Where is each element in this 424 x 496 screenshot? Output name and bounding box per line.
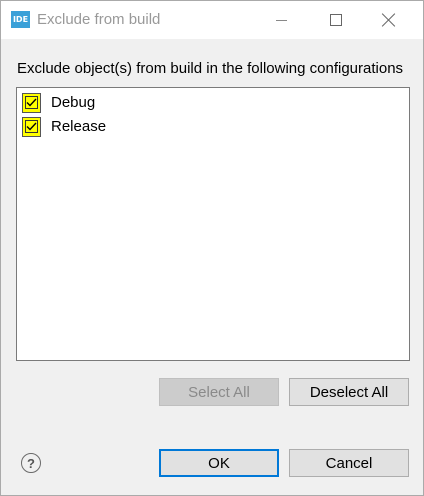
close-icon	[382, 13, 396, 27]
deselect-all-button[interactable]: Deselect All	[289, 378, 409, 406]
checkmark-icon	[25, 96, 38, 109]
debug-checkbox[interactable]	[22, 92, 41, 113]
ide-app-icon: IDE	[11, 11, 30, 28]
release-checkbox[interactable]	[22, 116, 41, 137]
cancel-button[interactable]: Cancel	[289, 449, 409, 477]
window-title: Exclude from build	[37, 11, 161, 28]
list-item-debug[interactable]: Debug	[22, 92, 95, 113]
list-item-release[interactable]: Release	[22, 116, 106, 137]
close-button[interactable]	[367, 1, 411, 39]
checkmark-icon	[25, 120, 38, 133]
configuration-list[interactable]: Debug Release	[16, 87, 410, 361]
minimize-icon	[275, 19, 287, 21]
debug-label: Debug	[51, 94, 96, 111]
title-bar[interactable]: IDE Exclude from build	[1, 1, 423, 39]
maximize-button[interactable]	[314, 1, 358, 39]
instruction-label: Exclude object(s) from build in the foll…	[17, 60, 404, 77]
help-icon[interactable]: ?	[21, 453, 41, 473]
release-label: Release	[51, 118, 107, 135]
minimize-button[interactable]	[259, 1, 303, 39]
maximize-icon	[330, 14, 342, 26]
dialog-window: IDE Exclude from build Exclude object(s)…	[0, 0, 424, 496]
ok-button[interactable]: OK	[159, 449, 279, 477]
select-all-button[interactable]: Select All	[159, 378, 279, 406]
